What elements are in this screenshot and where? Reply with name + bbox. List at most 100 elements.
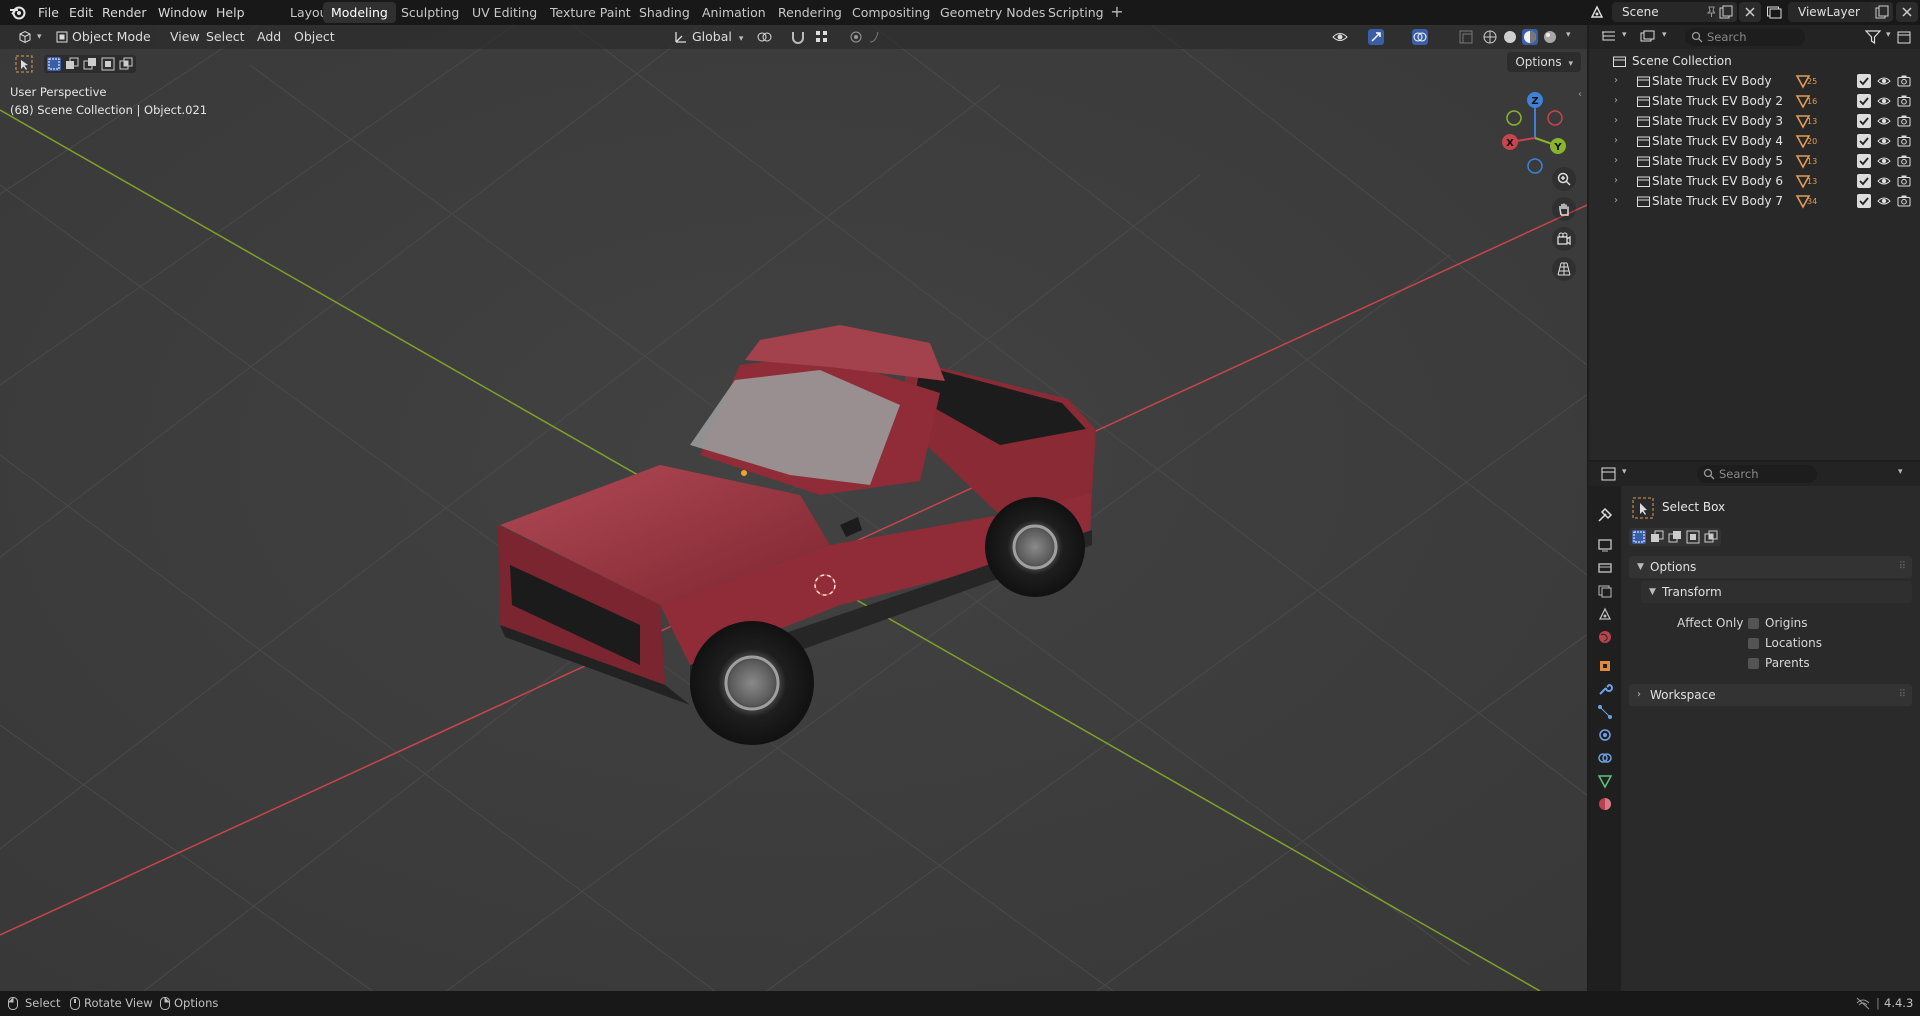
options-panel-header[interactable]: ▼ Options ⠿	[1629, 556, 1912, 578]
transform-panel-header[interactable]: ▼ Transform	[1641, 581, 1912, 603]
data-tab-icon[interactable]	[1596, 772, 1614, 790]
menu-window[interactable]: Window	[152, 2, 213, 23]
constraints-tab-icon[interactable]	[1596, 749, 1614, 767]
transform-orientation-selector[interactable]: Global ▾	[670, 27, 749, 47]
menu-file[interactable]: File	[32, 2, 65, 23]
solid-shading-icon[interactable]	[1502, 29, 1518, 45]
drag-handle-icon[interactable]: ⠿	[1899, 556, 1906, 578]
tab-geometry-nodes[interactable]: Geometry Nodes	[932, 2, 1053, 23]
add-workspace-button[interactable]: +	[1108, 2, 1126, 23]
new-view-layer-button[interactable]	[1871, 2, 1893, 22]
outliner-editor-icon[interactable]	[1601, 30, 1616, 44]
pivot-point-icon[interactable]	[756, 29, 772, 45]
mode-set-icon[interactable]	[47, 57, 61, 71]
chevron-down-icon[interactable]: ▾	[1566, 30, 1571, 40]
camera-icon[interactable]	[1897, 114, 1911, 128]
modifier-tab-icon[interactable]	[1596, 680, 1614, 698]
viewport-canvas[interactable]	[0, 25, 1587, 991]
mode-selector[interactable]: Object Mode ▾	[50, 27, 157, 64]
editor-type-button[interactable]: ▾	[12, 27, 46, 47]
outliner-item[interactable]: › Slate Truck EV Body 5 13	[1589, 151, 1920, 171]
locations-checkbox[interactable]	[1747, 637, 1760, 650]
viewport-menu-object[interactable]: Object	[288, 27, 341, 47]
camera-icon[interactable]	[1897, 134, 1911, 148]
view-layer-selector[interactable]: ViewLayer	[1788, 2, 1880, 22]
display-mode-icon[interactable]	[1640, 30, 1655, 44]
zoom-button[interactable]	[1552, 167, 1576, 191]
scene-selector[interactable]: Scene	[1612, 2, 1724, 22]
render-tab-icon[interactable]	[1596, 536, 1614, 554]
mode-invert-icon[interactable]	[1686, 530, 1700, 544]
chevron-right-icon[interactable]: ›	[1614, 151, 1618, 171]
world-tab-icon[interactable]	[1596, 628, 1614, 646]
menu-edit[interactable]: Edit	[63, 2, 99, 23]
exclude-checkbox-icon[interactable]	[1857, 74, 1871, 88]
outliner-item[interactable]: › Slate Truck EV Body 7 34	[1589, 191, 1920, 211]
eye-icon[interactable]	[1877, 194, 1891, 208]
viewport-menu-select[interactable]: Select	[200, 27, 251, 47]
tab-uv-editing[interactable]: UV Editing	[464, 2, 545, 23]
camera-icon[interactable]	[1897, 174, 1911, 188]
new-collection-icon[interactable]	[1896, 29, 1912, 45]
output-tab-icon[interactable]	[1596, 559, 1614, 577]
view-layer-tab-icon[interactable]	[1596, 582, 1614, 600]
particles-tab-icon[interactable]	[1596, 703, 1614, 721]
overlays-toggle-icon[interactable]	[1412, 29, 1428, 45]
camera-icon[interactable]	[1897, 94, 1911, 108]
tab-rendering[interactable]: Rendering	[770, 2, 850, 23]
view-layer-icon[interactable]	[1766, 4, 1782, 20]
tab-shading[interactable]: Shading	[631, 2, 698, 23]
exclude-checkbox-icon[interactable]	[1857, 134, 1871, 148]
rendered-shading-icon[interactable]	[1542, 29, 1558, 45]
gizmo-toggle-icon[interactable]	[1368, 29, 1384, 45]
snap-icon[interactable]	[790, 29, 806, 45]
visibility-filter-icon[interactable]	[1332, 29, 1348, 45]
properties-editor-icon[interactable]	[1601, 467, 1616, 481]
chevron-down-icon[interactable]: ▾	[1898, 467, 1903, 477]
material-preview-icon[interactable]	[1522, 29, 1538, 45]
camera-icon[interactable]	[1897, 154, 1911, 168]
material-tab-icon[interactable]	[1596, 795, 1614, 813]
eye-icon[interactable]	[1877, 134, 1891, 148]
tool-tab-icon[interactable]	[1596, 506, 1614, 524]
exclude-checkbox-icon[interactable]	[1857, 194, 1871, 208]
mode-intersect-icon[interactable]	[119, 57, 133, 71]
scene-collection-row[interactable]: Scene Collection	[1589, 51, 1920, 71]
mode-subtract-icon[interactable]	[1668, 530, 1682, 544]
outliner-item[interactable]: › Slate Truck EV Body 6 13	[1589, 171, 1920, 191]
outliner-item[interactable]: › Slate Truck EV Body 4 20	[1589, 131, 1920, 151]
perspective-toggle-button[interactable]	[1552, 257, 1576, 281]
menu-help[interactable]: Help	[210, 2, 251, 23]
scene-tab-icon[interactable]	[1596, 605, 1614, 623]
drag-handle-icon[interactable]: ⠿	[1899, 684, 1906, 706]
mode-subtract-icon[interactable]	[83, 57, 97, 71]
sidebar-toggle-icon[interactable]: ‹	[1578, 89, 1582, 100]
physics-tab-icon[interactable]	[1596, 726, 1614, 744]
chevron-right-icon[interactable]: ›	[1614, 111, 1618, 131]
camera-icon[interactable]	[1897, 74, 1911, 88]
mode-extend-icon[interactable]	[65, 57, 79, 71]
delete-scene-button[interactable]	[1739, 2, 1761, 22]
eye-icon[interactable]	[1877, 94, 1891, 108]
wireframe-shading-icon[interactable]	[1482, 29, 1498, 45]
eye-icon[interactable]	[1877, 114, 1891, 128]
eye-icon[interactable]	[1877, 74, 1891, 88]
eye-icon[interactable]	[1877, 154, 1891, 168]
tab-scripting[interactable]: Scripting	[1040, 2, 1112, 23]
tab-sculpting[interactable]: Sculpting	[393, 2, 467, 23]
chevron-right-icon[interactable]: ›	[1614, 131, 1618, 151]
falloff-icon[interactable]	[868, 29, 884, 45]
camera-icon[interactable]	[1897, 194, 1911, 208]
chevron-right-icon[interactable]: ›	[1614, 191, 1618, 211]
chevron-right-icon[interactable]: ›	[1614, 71, 1618, 91]
select-box-tool-icon[interactable]	[14, 54, 34, 74]
snap-target-icon[interactable]	[814, 29, 830, 45]
camera-view-button[interactable]	[1552, 227, 1576, 251]
properties-search-input[interactable]: Search	[1697, 465, 1817, 483]
parents-checkbox[interactable]	[1747, 657, 1760, 670]
mode-extend-icon[interactable]	[1650, 530, 1664, 544]
outliner-search-input[interactable]: Search	[1685, 28, 1805, 46]
origins-checkbox[interactable]	[1747, 617, 1760, 630]
eye-icon[interactable]	[1877, 174, 1891, 188]
filter-icon[interactable]	[1865, 30, 1881, 44]
